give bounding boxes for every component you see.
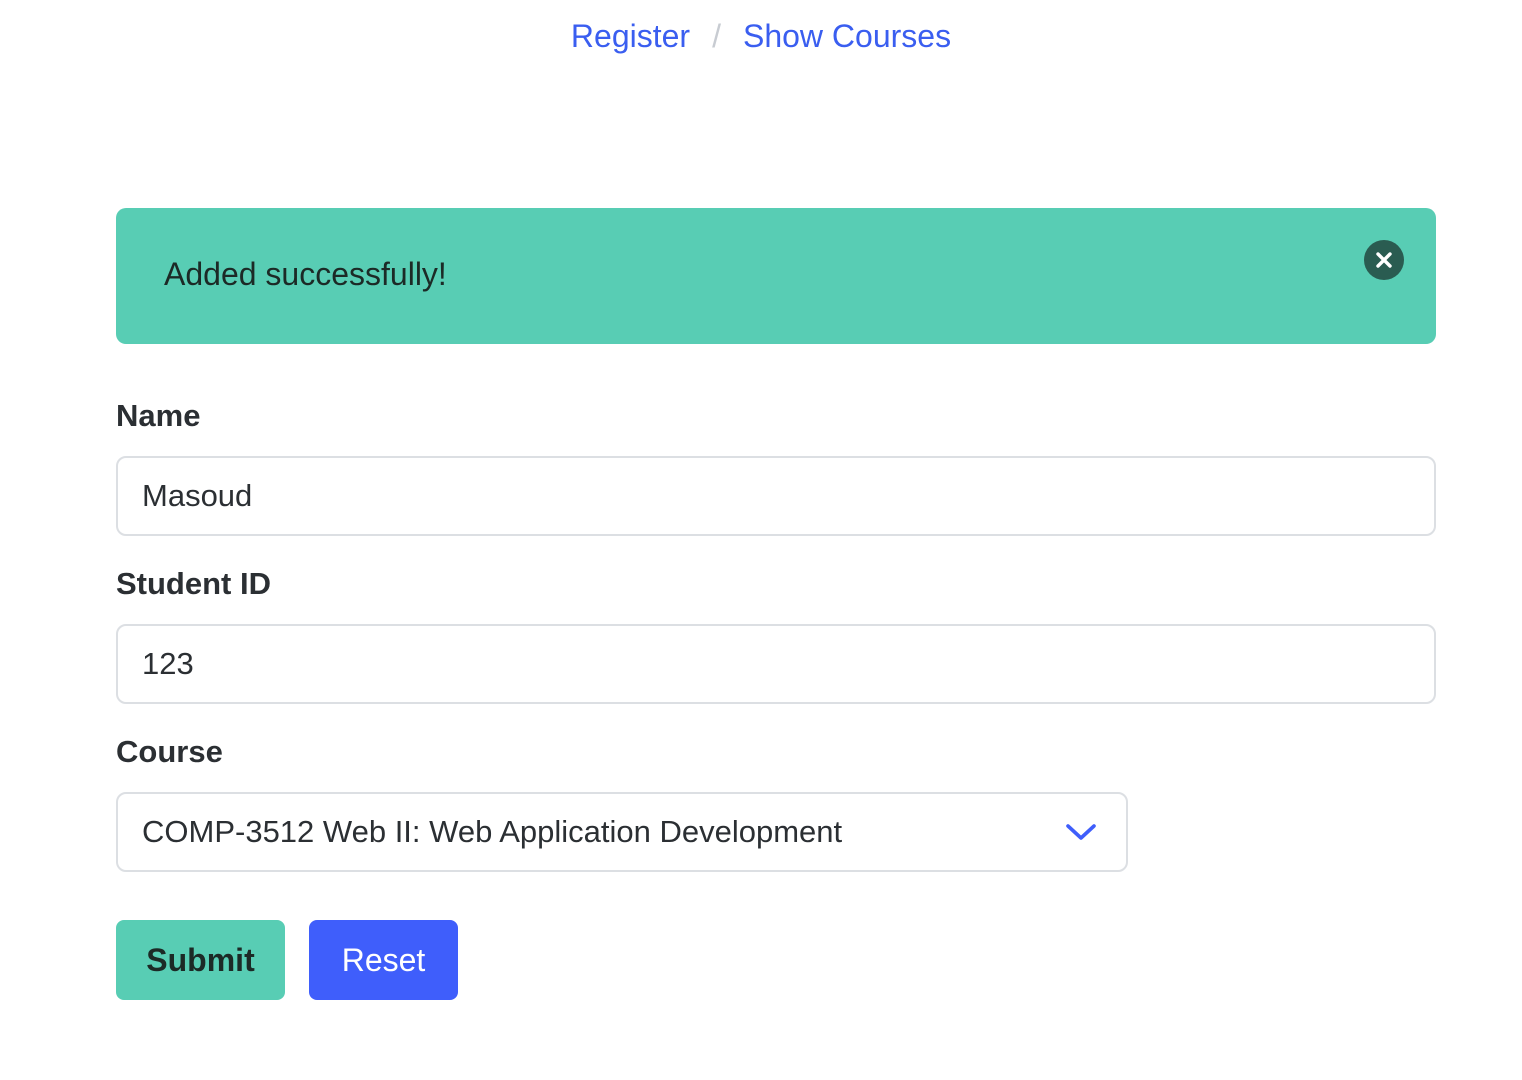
nav-show-courses-link[interactable]: Show Courses <box>743 18 951 55</box>
name-label: Name <box>116 398 201 433</box>
course-label: Course <box>116 734 223 769</box>
name-input-value: Masoud <box>142 478 253 513</box>
success-notification: Added successfully! <box>116 208 1436 344</box>
close-icon <box>1376 252 1392 268</box>
name-input[interactable]: Masoud <box>116 456 1436 536</box>
student-id-label: Student ID <box>116 566 271 601</box>
student-id-input-value: 123 <box>142 646 194 681</box>
reset-button[interactable]: Reset <box>309 920 458 1000</box>
student-id-input[interactable]: 123 <box>116 624 1436 704</box>
notification-message: Added successfully! <box>164 256 447 292</box>
submit-button[interactable]: Submit <box>116 920 285 1000</box>
course-select[interactable]: COMP-3512 Web II: Web Application Develo… <box>116 792 1128 872</box>
chevron-down-icon <box>1066 824 1096 840</box>
notification-close-button[interactable] <box>1364 240 1404 280</box>
nav-register-link[interactable]: Register <box>571 18 690 55</box>
course-select-value: COMP-3512 Web II: Web Application Develo… <box>142 814 843 849</box>
breadcrumb-separator: / <box>712 18 721 54</box>
breadcrumb: Register / Show Courses <box>0 18 1522 55</box>
